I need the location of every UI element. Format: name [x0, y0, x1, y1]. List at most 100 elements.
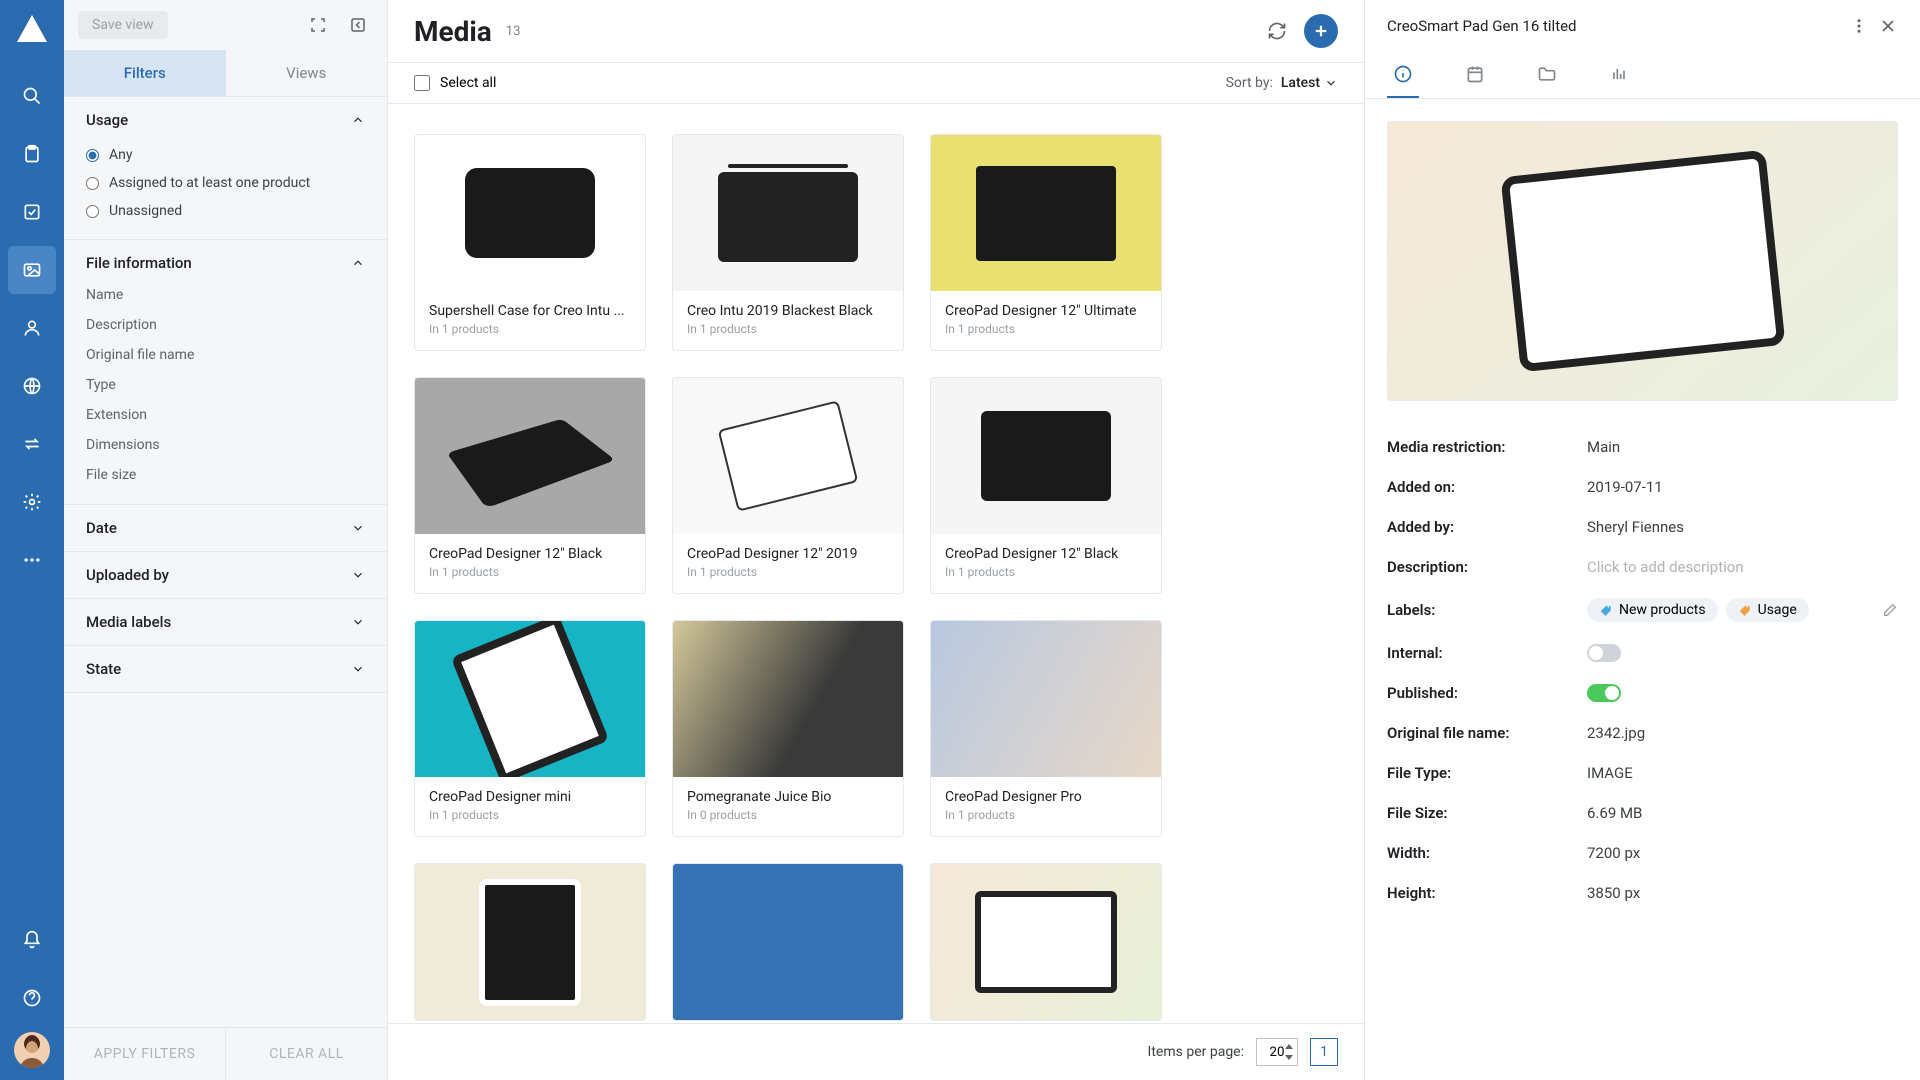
- media-card[interactable]: CreoPad Designer 12" BlackIn 1 products: [414, 377, 646, 594]
- card-title: CreoPad Designer 12" Ultimate: [945, 303, 1147, 319]
- fi-type[interactable]: Type: [86, 370, 365, 400]
- fi-description[interactable]: Description: [86, 310, 365, 340]
- radio-any[interactable]: Any: [86, 141, 365, 169]
- avatar[interactable]: [14, 1032, 50, 1068]
- media-card[interactable]: [672, 863, 904, 1021]
- prop-label: File Size:: [1387, 804, 1587, 822]
- card-title: Pomegranate Juice Bio: [687, 789, 889, 805]
- prop-value: 3850 px: [1587, 884, 1898, 902]
- chevron-up-icon: [351, 113, 365, 127]
- prop-value: 2019-07-11: [1587, 478, 1898, 496]
- prop-label: Height:: [1387, 884, 1587, 902]
- save-view-button[interactable]: Save view: [78, 11, 168, 39]
- card-sub: In 1 products: [945, 565, 1147, 579]
- fi-name[interactable]: Name: [86, 280, 365, 310]
- fi-size[interactable]: File size: [86, 460, 365, 490]
- user-icon[interactable]: [8, 304, 56, 352]
- filter-sidebar: Save view Filters Views Usage Any Assign…: [64, 0, 388, 1080]
- close-icon[interactable]: [1878, 16, 1898, 36]
- bell-icon[interactable]: [8, 916, 56, 964]
- radio-unassigned[interactable]: Unassigned: [86, 197, 365, 225]
- image-icon[interactable]: [8, 246, 56, 294]
- media-card[interactable]: [414, 863, 646, 1021]
- card-title: Creo Intu 2019 Blackest Black: [687, 303, 889, 319]
- edit-icon[interactable]: [1882, 602, 1898, 618]
- more-vertical-icon[interactable]: [1850, 17, 1868, 35]
- card-title: Supershell Case for Creo Intu ...: [429, 303, 631, 319]
- fi-ofn[interactable]: Original file name: [86, 340, 365, 370]
- tab-views[interactable]: Views: [226, 50, 388, 96]
- page-number[interactable]: 1: [1310, 1038, 1338, 1066]
- filter-fileinfo-title: File information: [86, 254, 192, 272]
- thumbnail: [673, 135, 903, 291]
- tab-calendar[interactable]: [1459, 52, 1491, 98]
- expand-icon[interactable]: [303, 10, 333, 40]
- prop-label: Original file name:: [1387, 724, 1587, 742]
- left-nav: [0, 0, 64, 1080]
- prop-value: 6.69 MB: [1587, 804, 1898, 822]
- card-sub: In 1 products: [945, 322, 1147, 336]
- thumbnail: [415, 864, 645, 1020]
- clipboard-icon[interactable]: [8, 130, 56, 178]
- add-button[interactable]: [1304, 14, 1338, 48]
- media-card[interactable]: CreoPad Designer 12" Ultimate In 1 produc…: [930, 134, 1162, 351]
- filter-date-header[interactable]: Date: [86, 519, 365, 537]
- media-card[interactable]: CreoPad Designer ProIn 1 products: [930, 620, 1162, 837]
- fi-dim[interactable]: Dimensions: [86, 430, 365, 460]
- prop-label: Published:: [1387, 684, 1587, 702]
- tab-info[interactable]: [1387, 52, 1419, 98]
- clear-all-button[interactable]: CLEAR ALL: [226, 1028, 387, 1080]
- media-card[interactable]: CreoPad Designer 12" BlackIn 1 products: [930, 377, 1162, 594]
- internal-toggle[interactable]: [1587, 644, 1621, 662]
- apply-filters-button[interactable]: APPLY FILTERS: [64, 1028, 225, 1080]
- media-card[interactable]: Pomegranate Juice Bio In 0 products: [672, 620, 904, 837]
- card-title: CreoPad Designer 12" Black: [429, 546, 631, 562]
- filter-usage-header[interactable]: Usage: [86, 111, 365, 129]
- search-icon[interactable]: [8, 72, 56, 120]
- tab-bars[interactable]: [1603, 52, 1635, 98]
- media-card[interactable]: Creo Intu 2019 Blackest BlackIn 1 produc…: [672, 134, 904, 351]
- tab-filters[interactable]: Filters: [64, 50, 226, 96]
- help-icon[interactable]: [8, 974, 56, 1022]
- globe-icon[interactable]: [8, 362, 56, 410]
- thumbnail: [673, 864, 903, 1020]
- thumbnail: [415, 621, 645, 777]
- radio-assigned[interactable]: Assigned to at least one product: [86, 169, 365, 197]
- gear-icon[interactable]: [8, 478, 56, 526]
- media-card[interactable]: CreoPad Designer 12" 2019In 1 products: [672, 377, 904, 594]
- checklist-icon[interactable]: [8, 188, 56, 236]
- media-card[interactable]: Supershell Case for Creo Intu ...In 1 pr…: [414, 134, 646, 351]
- more-icon[interactable]: [8, 536, 56, 584]
- filter-state-header[interactable]: State: [86, 660, 365, 678]
- card-sub: In 1 products: [429, 808, 631, 822]
- thumbnail: [931, 621, 1161, 777]
- refresh-icon[interactable]: [1260, 14, 1294, 48]
- chevron-down-icon: [1324, 76, 1338, 90]
- prop-value: IMAGE: [1587, 764, 1898, 782]
- card-sub: In 0 products: [687, 808, 889, 822]
- details-panel: CreoSmart Pad Gen 16 tilted Media restri…: [1364, 0, 1920, 1080]
- chevron-down-icon: [351, 568, 365, 582]
- sort-dropdown[interactable]: Latest: [1281, 75, 1338, 91]
- chevron-up-icon: [351, 256, 365, 270]
- description-input[interactable]: Click to add description: [1587, 558, 1898, 576]
- media-card[interactable]: CreoPad Designer miniIn 1 products: [414, 620, 646, 837]
- chevron-down-icon: [351, 662, 365, 676]
- app-logo: [14, 12, 50, 48]
- filter-medialabels-header[interactable]: Media labels: [86, 613, 365, 631]
- thumbnail: [931, 135, 1161, 291]
- items-per-page-label: Items per page:: [1148, 1044, 1244, 1060]
- label-tag[interactable]: Usage: [1726, 598, 1809, 622]
- card-sub: In 1 products: [945, 808, 1147, 822]
- label-tag[interactable]: New products: [1587, 598, 1718, 622]
- filter-uploadedby-header[interactable]: Uploaded by: [86, 566, 365, 584]
- media-card[interactable]: [930, 863, 1162, 1021]
- select-all-checkbox[interactable]: Select all: [414, 75, 496, 91]
- collapse-icon[interactable]: [343, 10, 373, 40]
- fi-ext[interactable]: Extension: [86, 400, 365, 430]
- stepper-icon[interactable]: [1284, 1044, 1294, 1060]
- tab-folder[interactable]: [1531, 52, 1563, 98]
- transfer-icon[interactable]: [8, 420, 56, 468]
- published-toggle[interactable]: [1587, 684, 1621, 702]
- filter-fileinfo-header[interactable]: File information: [86, 254, 365, 272]
